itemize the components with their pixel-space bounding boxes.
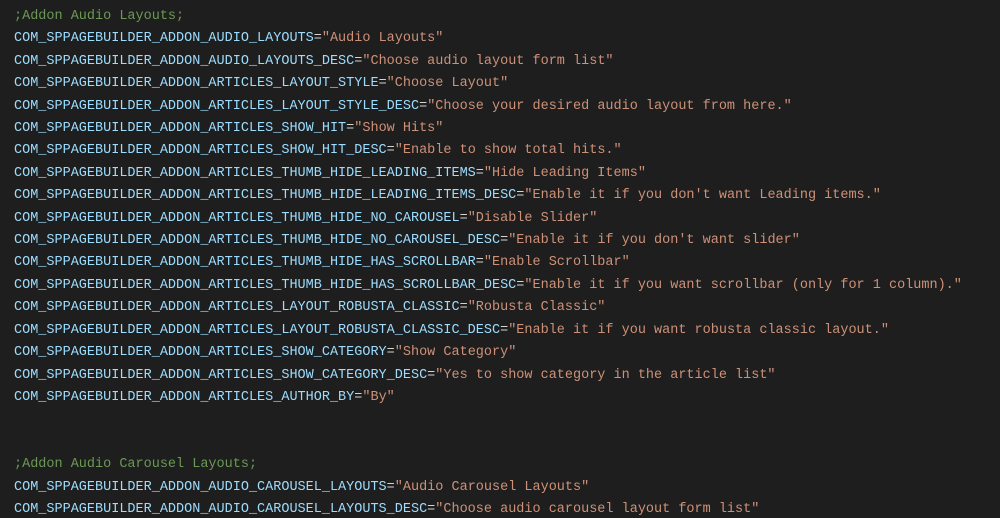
code-line[interactable]: COM_SPPAGEBUILDER_ADDON_ARTICLES_LAYOUT_… — [14, 320, 1000, 342]
config-key: COM_SPPAGEBUILDER_ADDON_ARTICLES_LAYOUT_… — [14, 323, 500, 338]
code-line[interactable]: COM_SPPAGEBUILDER_ADDON_ARTICLES_AUTHOR_… — [14, 387, 1000, 409]
config-value: "Hide Leading Items" — [484, 166, 646, 181]
config-key: COM_SPPAGEBUILDER_ADDON_ARTICLES_THUMB_H… — [14, 233, 500, 248]
code-line[interactable]: COM_SPPAGEBUILDER_ADDON_AUDIO_CAROUSEL_L… — [14, 477, 1000, 499]
config-key: COM_SPPAGEBUILDER_ADDON_ARTICLES_THUMB_H… — [14, 211, 460, 226]
equals-operator: = — [387, 480, 395, 495]
config-value: "Enable it if you want robusta classic l… — [508, 323, 889, 338]
config-key: COM_SPPAGEBUILDER_ADDON_ARTICLES_SHOW_HI… — [14, 143, 387, 158]
config-value: "Audio Layouts" — [322, 31, 444, 46]
config-key: COM_SPPAGEBUILDER_ADDON_ARTICLES_THUMB_H… — [14, 188, 516, 203]
code-line[interactable]: COM_SPPAGEBUILDER_ADDON_ARTICLES_THUMB_H… — [14, 252, 1000, 274]
code-line[interactable] — [14, 409, 1000, 431]
comment-text: ;Addon Audio Carousel Layouts; — [14, 457, 257, 472]
equals-operator: = — [419, 99, 427, 114]
code-line[interactable]: COM_SPPAGEBUILDER_ADDON_AUDIO_CAROUSEL_L… — [14, 499, 1000, 518]
code-editor[interactable]: ;Addon Audio Layouts; COM_SPPAGEBUILDER_A… — [0, 0, 1000, 518]
code-line[interactable]: COM_SPPAGEBUILDER_ADDON_AUDIO_LAYOUTS="A… — [14, 28, 1000, 50]
config-value: "Enable it if you don't want Leading ite… — [524, 188, 880, 203]
config-value: "Show Hits" — [354, 121, 443, 136]
equals-operator: = — [460, 211, 468, 226]
code-line[interactable]: COM_SPPAGEBUILDER_ADDON_ARTICLES_THUMB_H… — [14, 230, 1000, 252]
equals-operator: = — [476, 166, 484, 181]
config-value: "Disable Slider" — [468, 211, 598, 226]
code-line[interactable]: COM_SPPAGEBUILDER_ADDON_ARTICLES_THUMB_H… — [14, 185, 1000, 207]
config-key: COM_SPPAGEBUILDER_ADDON_AUDIO_LAYOUTS_DE… — [14, 54, 354, 69]
equals-operator: = — [387, 345, 395, 360]
config-key: COM_SPPAGEBUILDER_ADDON_ARTICLES_THUMB_H… — [14, 278, 516, 293]
config-value: "Enable to show total hits." — [395, 143, 622, 158]
code-line[interactable]: COM_SPPAGEBUILDER_ADDON_ARTICLES_LAYOUT_… — [14, 297, 1000, 319]
code-line[interactable]: COM_SPPAGEBUILDER_ADDON_ARTICLES_SHOW_HI… — [14, 118, 1000, 140]
equals-operator: = — [500, 233, 508, 248]
code-line[interactable] — [14, 432, 1000, 454]
config-key: COM_SPPAGEBUILDER_ADDON_ARTICLES_THUMB_H… — [14, 255, 476, 270]
equals-operator: = — [476, 255, 484, 270]
config-key: COM_SPPAGEBUILDER_ADDON_ARTICLES_THUMB_H… — [14, 166, 476, 181]
equals-operator: = — [314, 31, 322, 46]
code-line[interactable]: COM_SPPAGEBUILDER_ADDON_ARTICLES_LAYOUT_… — [14, 73, 1000, 95]
config-value: "Choose Layout" — [387, 76, 509, 91]
config-key: COM_SPPAGEBUILDER_ADDON_ARTICLES_SHOW_CA… — [14, 345, 387, 360]
config-value: "Choose your desired audio layout from h… — [427, 99, 792, 114]
code-line[interactable]: COM_SPPAGEBUILDER_ADDON_ARTICLES_SHOW_CA… — [14, 365, 1000, 387]
code-line[interactable]: COM_SPPAGEBUILDER_ADDON_ARTICLES_SHOW_CA… — [14, 342, 1000, 364]
config-value: "Enable Scrollbar" — [484, 255, 630, 270]
config-value: "Enable it if you don't want slider" — [508, 233, 800, 248]
config-value: "Choose audio layout form list" — [362, 54, 613, 69]
config-value: "Yes to show category in the article lis… — [435, 368, 775, 383]
equals-operator: = — [500, 323, 508, 338]
config-key: COM_SPPAGEBUILDER_ADDON_ARTICLES_SHOW_HI… — [14, 121, 346, 136]
config-key: COM_SPPAGEBUILDER_ADDON_ARTICLES_LAYOUT_… — [14, 76, 379, 91]
config-value: "Enable it if you want scrollbar (only f… — [524, 278, 961, 293]
code-line[interactable]: ;Addon Audio Layouts; — [14, 6, 1000, 28]
config-key: COM_SPPAGEBUILDER_ADDON_ARTICLES_AUTHOR_… — [14, 390, 354, 405]
code-line[interactable]: COM_SPPAGEBUILDER_ADDON_ARTICLES_THUMB_H… — [14, 208, 1000, 230]
config-value: "Robusta Classic" — [468, 300, 606, 315]
code-line[interactable]: COM_SPPAGEBUILDER_ADDON_AUDIO_LAYOUTS_DE… — [14, 51, 1000, 73]
code-line[interactable]: ;Addon Audio Carousel Layouts; — [14, 454, 1000, 476]
code-line[interactable]: COM_SPPAGEBUILDER_ADDON_ARTICLES_THUMB_H… — [14, 275, 1000, 297]
config-key: COM_SPPAGEBUILDER_ADDON_AUDIO_CAROUSEL_L… — [14, 480, 387, 495]
config-key: COM_SPPAGEBUILDER_ADDON_ARTICLES_LAYOUT_… — [14, 300, 460, 315]
equals-operator: = — [379, 76, 387, 91]
equals-operator: = — [387, 143, 395, 158]
comment-text: ;Addon Audio Layouts; — [14, 9, 184, 24]
code-line[interactable]: COM_SPPAGEBUILDER_ADDON_ARTICLES_SHOW_HI… — [14, 140, 1000, 162]
config-value: "Show Category" — [395, 345, 517, 360]
code-line[interactable]: COM_SPPAGEBUILDER_ADDON_ARTICLES_THUMB_H… — [14, 163, 1000, 185]
equals-operator: = — [460, 300, 468, 315]
config-value: "Choose audio carousel layout form list" — [435, 502, 759, 517]
config-value: "By" — [362, 390, 394, 405]
config-key: COM_SPPAGEBUILDER_ADDON_ARTICLES_SHOW_CA… — [14, 368, 427, 383]
config-key: COM_SPPAGEBUILDER_ADDON_AUDIO_CAROUSEL_L… — [14, 502, 427, 517]
code-line[interactable]: COM_SPPAGEBUILDER_ADDON_ARTICLES_LAYOUT_… — [14, 96, 1000, 118]
config-key: COM_SPPAGEBUILDER_ADDON_AUDIO_LAYOUTS — [14, 31, 314, 46]
config-key: COM_SPPAGEBUILDER_ADDON_ARTICLES_LAYOUT_… — [14, 99, 419, 114]
config-value: "Audio Carousel Layouts" — [395, 480, 589, 495]
